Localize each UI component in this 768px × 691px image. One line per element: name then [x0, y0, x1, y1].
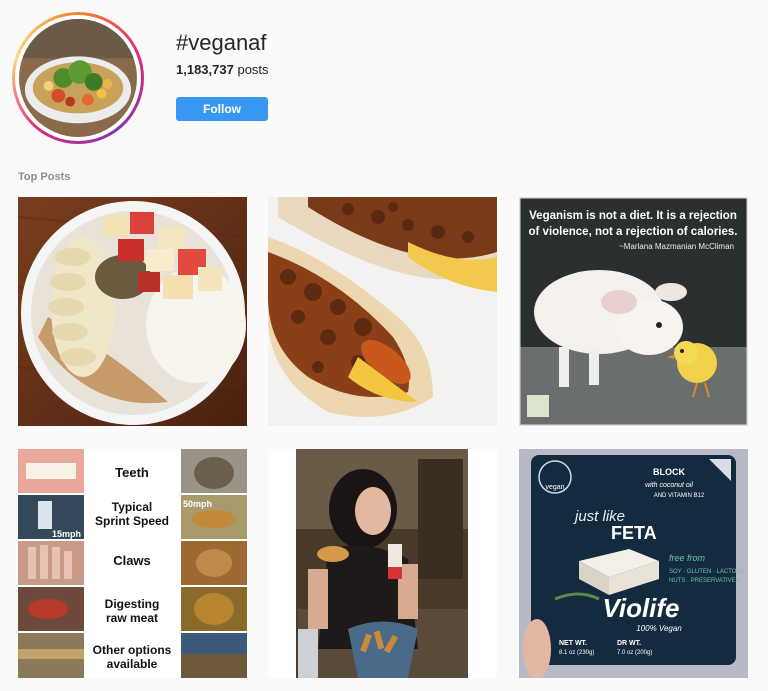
post-count-number: 1,183,737 [176, 62, 234, 77]
salad-avatar-image [19, 19, 137, 137]
lamb-chick-photo-icon: Veganism is not a diet. It is a rejectio… [519, 197, 748, 426]
label-teeth: Teeth [115, 465, 149, 480]
post-tile-5[interactable] [268, 449, 497, 678]
label-other-options: Other options [93, 643, 172, 657]
comparison-collage-icon: 15mph Teeth Typical Sprint Speed Claws D… [18, 449, 247, 678]
free-from-label: free from [669, 553, 706, 563]
hotdog-photo-icon [268, 197, 497, 426]
post-tile-3[interactable]: Veganism is not a diet. It is a rejectio… [519, 197, 748, 426]
drained-weight-value: 7.0 oz (200g) [617, 650, 652, 656]
human-speed-label: 15mph [52, 529, 81, 539]
feta-label: FETA [611, 523, 657, 543]
food-bowl-photo-icon [18, 197, 247, 426]
hashtag-title: #veganaf [176, 30, 267, 55]
top-posts-heading: Top Posts [18, 171, 71, 183]
vitamin-label: AND VITAMIN B12 [654, 493, 705, 499]
net-weight-label: NET WT. [559, 640, 587, 647]
woman-eating-photo-icon [268, 449, 497, 678]
post-count-label: posts [237, 62, 269, 77]
violife-brand: Violife [602, 593, 679, 623]
quote-attribution: ~Marlana Mazmanian McCliman [619, 242, 734, 251]
post-count: 1,183,737 posts [176, 62, 269, 77]
post-tile-1[interactable] [18, 197, 247, 426]
post-tile-6[interactable]: vegan BLOCK with coconut oil AND VITAMIN… [519, 449, 748, 678]
post-tile-2[interactable] [268, 197, 497, 426]
vegan-100-label: 100% Vegan [636, 624, 682, 633]
lion-speed-label: 50mph [183, 499, 212, 509]
vegan-badge: vegan [545, 484, 564, 491]
label-sprint-speed: Sprint Speed [95, 514, 169, 528]
allergens-label: SOY · GLUTEN · LACTOSE [669, 569, 744, 575]
avatar-inner [15, 15, 141, 141]
feta-package-photo-icon: vegan BLOCK with coconut oil AND VITAMIN… [519, 449, 748, 678]
coconut-label: with coconut oil [645, 482, 693, 489]
quote-line-1: Veganism is not a diet. It is a rejectio… [529, 210, 737, 222]
label-typical: Typical [112, 500, 152, 514]
quote-line-2: of violence, not a rejection of calories… [529, 226, 738, 238]
follow-button[interactable]: Follow [176, 97, 268, 121]
hashtag-avatar [12, 12, 144, 144]
label-claws: Claws [113, 553, 151, 568]
label-available: available [107, 657, 158, 671]
drained-weight-label: DR WT. [617, 640, 641, 647]
net-weight-value: 8.1 oz (230g) [559, 650, 594, 656]
allergens-label-2: NUTS · PRESERVATIVES [669, 578, 740, 584]
block-label: BLOCK [653, 467, 685, 477]
label-raw-meat: raw meat [106, 611, 158, 625]
post-tile-4[interactable]: 15mph Teeth Typical Sprint Speed Claws D… [18, 449, 247, 678]
label-digesting: Digesting [105, 597, 160, 611]
